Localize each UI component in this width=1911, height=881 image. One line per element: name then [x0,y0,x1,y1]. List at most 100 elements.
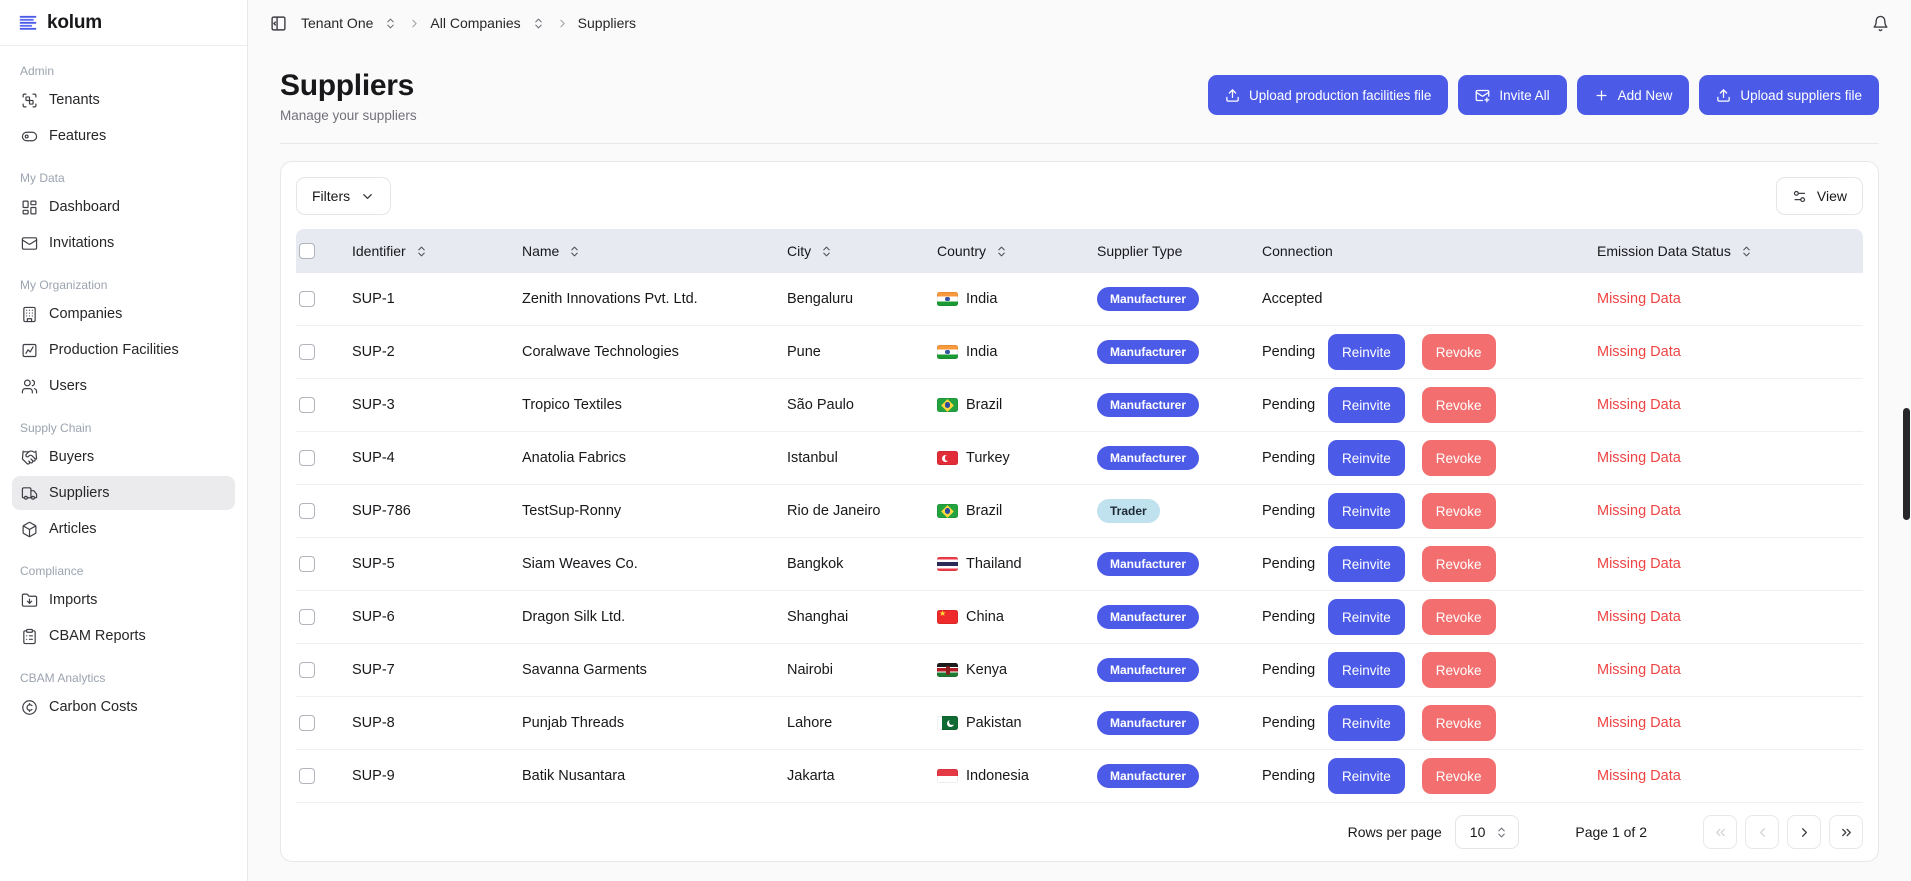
sidebar-section: CBAM AnalyticsCarbon Costs [0,666,247,724]
upload-suppliers-file-button[interactable]: Upload suppliers file [1699,75,1879,115]
row-checkbox[interactable] [299,715,315,731]
cell-identifier: SUP-2 [342,344,512,360]
reinvite-button[interactable]: Reinvite [1328,334,1405,370]
sidebar-item-production-facilities[interactable]: Production Facilities [12,333,235,367]
name-value: Siam Weaves Co. [522,556,638,572]
filters-button[interactable]: Filters [296,177,391,215]
supplier-type-badge: Manufacturer [1097,552,1199,576]
last-page-button[interactable] [1829,815,1863,849]
row-checkbox[interactable] [299,503,315,519]
breadcrumb-item-all-companies[interactable]: All Companies [430,15,520,31]
sidebar-item-invitations[interactable]: Invitations [12,226,235,260]
upload-production-facilities-file-button[interactable]: Upload production facilities file [1208,75,1448,115]
column-header-identifier[interactable]: Identifier [352,243,428,259]
cell-supplier-type: Trader [1087,499,1252,523]
reinvite-button[interactable]: Reinvite [1328,493,1405,529]
row-checkbox[interactable] [299,450,315,466]
sidebar-item-label: Invitations [49,235,114,251]
sidebar-section-label: My Organization [12,273,235,297]
sidebar-item-articles[interactable]: Articles [12,512,235,546]
next-page-button[interactable] [1787,815,1821,849]
sidebar-item-users[interactable]: Users [12,369,235,403]
scrollbar-thumb[interactable] [1903,408,1910,520]
sidebar-section: ComplianceImportsCBAM Reports [0,559,247,653]
sidebar-item-companies[interactable]: Companies [12,297,235,331]
revoke-button[interactable]: Revoke [1422,440,1496,476]
revoke-button[interactable]: Revoke [1422,652,1496,688]
cell-supplier-type: Manufacturer [1087,658,1252,682]
cell-city: Pune [777,344,927,360]
table-row-sup-5: SUP-5Siam Weaves Co.BangkokThailandManuf… [296,538,1863,591]
revoke-button[interactable]: Revoke [1422,493,1496,529]
in-flag-icon [937,345,958,359]
reinvite-button[interactable]: Reinvite [1328,705,1405,741]
sidebar-item-label: Features [49,128,106,144]
reinvite-button[interactable]: Reinvite [1328,440,1405,476]
column-header-city[interactable]: City [787,243,833,259]
city-value: São Paulo [787,397,854,413]
row-checkbox[interactable] [299,344,315,360]
sidebar-item-carbon-costs[interactable]: Carbon Costs [12,690,235,724]
breadcrumb-selector-button[interactable] [382,15,399,32]
sidebar-item-label: Companies [49,306,122,322]
row-checkbox[interactable] [299,291,315,307]
chevron-right-icon [408,17,421,30]
cell-connection: PendingReinviteRevoke [1252,334,1587,370]
supplier-type-badge: Manufacturer [1097,658,1199,682]
sidebar-toggle-button[interactable] [267,12,290,35]
cell-connection: Accepted [1252,291,1587,307]
row-checkbox[interactable] [299,768,315,784]
notifications-button[interactable] [1869,12,1892,35]
revoke-button[interactable]: Revoke [1422,334,1496,370]
add-new-button[interactable]: Add New [1577,75,1690,115]
row-checkbox[interactable] [299,397,315,413]
sidebar-item-cbam-reports[interactable]: CBAM Reports [12,619,235,653]
emission-status-value: Missing Data [1597,503,1681,519]
country-value: Thailand [966,556,1022,572]
sidebar-item-features[interactable]: Features [12,119,235,153]
supplier-type-badge: Manufacturer [1097,446,1199,470]
column-header-emission[interactable]: Emission Data Status [1597,243,1753,259]
revoke-button[interactable]: Revoke [1422,546,1496,582]
row-checkbox[interactable] [299,556,315,572]
cell-emission-status: Missing Data [1587,662,1863,678]
revoke-button[interactable]: Revoke [1422,758,1496,794]
breadcrumb-item-suppliers[interactable]: Suppliers [578,15,636,31]
reinvite-button[interactable]: Reinvite [1328,599,1405,635]
select-all-checkbox[interactable] [299,243,315,259]
reinvite-button[interactable]: Reinvite [1328,758,1405,794]
row-checkbox[interactable] [299,609,315,625]
cell-emission-status: Missing Data [1587,397,1863,413]
reinvite-button[interactable]: Reinvite [1328,546,1405,582]
in-flag-icon [937,292,958,306]
sidebar-item-suppliers[interactable]: Suppliers [12,476,235,510]
column-header-country[interactable]: Country [937,243,1008,259]
companies-icon [21,306,38,323]
revoke-button[interactable]: Revoke [1422,387,1496,423]
invite-all-button[interactable]: Invite All [1458,75,1566,115]
topbar: Tenant One All Companies Suppliers [248,0,1911,46]
column-header-name[interactable]: Name [522,243,581,259]
reinvite-button[interactable]: Reinvite [1328,387,1405,423]
table-row-sup-8: SUP-8Punjab ThreadsLahorePakistanManufac… [296,697,1863,750]
sidebar-item-buyers[interactable]: Buyers [12,440,235,474]
cell-name: Dragon Silk Ltd. [512,609,777,625]
row-checkbox[interactable] [299,662,315,678]
sidebar-item-label: Tenants [49,92,100,108]
sidebar-item-tenants[interactable]: Tenants [12,83,235,117]
reinvite-button[interactable]: Reinvite [1328,652,1405,688]
sidebar-item-dashboard[interactable]: Dashboard [12,190,235,224]
breadcrumb-selector-button[interactable] [530,15,547,32]
revoke-button[interactable]: Revoke [1422,705,1496,741]
chevrons-left-icon [1713,825,1728,840]
name-value: Anatolia Fabrics [522,450,626,466]
rows-per-page-select[interactable]: 10 [1455,815,1520,849]
cell-emission-status: Missing Data [1587,609,1863,625]
cell-city: Jakarta [777,768,927,784]
cell-country: China [927,609,1087,625]
breadcrumb-item-tenant-one[interactable]: Tenant One [301,15,373,31]
sidebar-item-imports[interactable]: Imports [12,583,235,617]
view-button[interactable]: View [1776,177,1863,215]
sidebar-section: AdminTenantsFeatures [0,59,247,153]
revoke-button[interactable]: Revoke [1422,599,1496,635]
